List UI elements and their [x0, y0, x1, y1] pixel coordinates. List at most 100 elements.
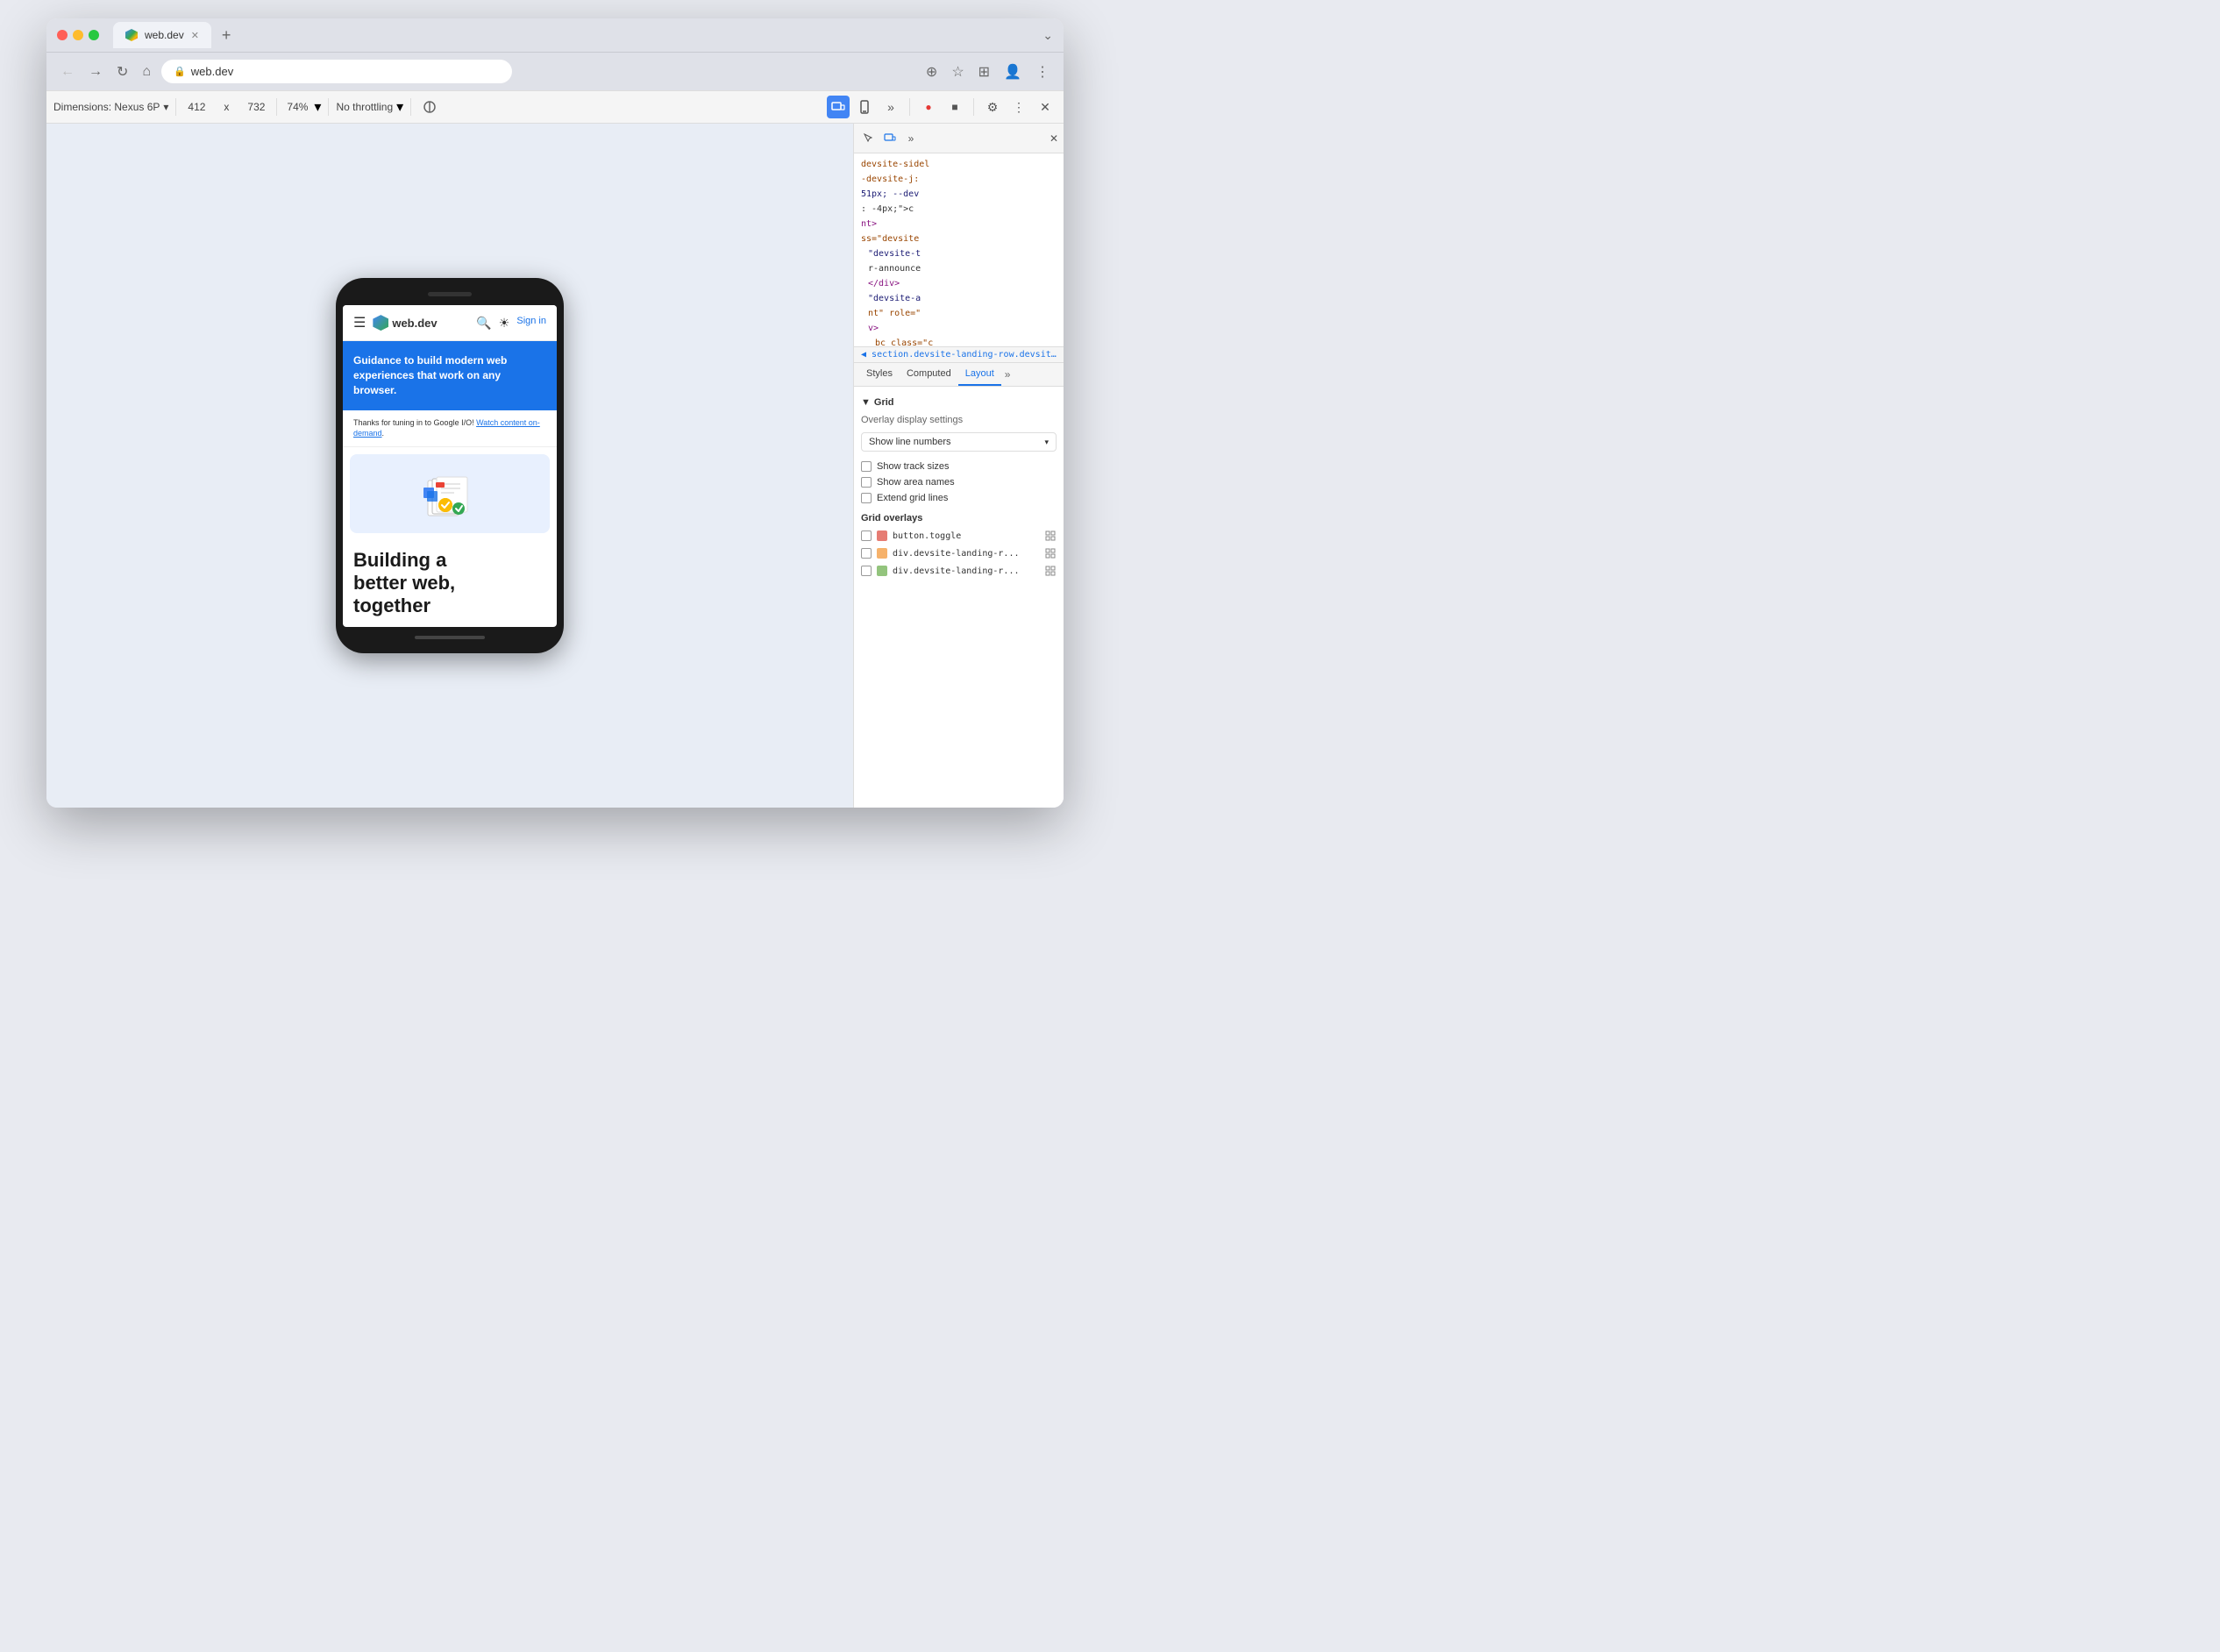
overlay-color-1	[877, 530, 887, 541]
toolbar-separator-2	[276, 98, 277, 116]
phone-container: ☰ web.dev 🔍 ☀ Sign in	[336, 124, 564, 808]
panel-close[interactable]: ✕	[1050, 132, 1058, 145]
show-track-sizes-label: Show track sizes	[877, 461, 950, 472]
tab-area: web.dev ✕ +	[113, 22, 1035, 48]
tab-label: web.dev	[145, 29, 184, 41]
dimensions-selector[interactable]: Dimensions: Nexus 6P ▾	[53, 101, 168, 113]
x-label: x	[213, 101, 239, 113]
dropdown-arrow-icon: ▾	[1044, 438, 1049, 447]
html-line: ss="devsite	[854, 231, 1064, 246]
html-line: v>	[854, 321, 1064, 336]
bookmark-button[interactable]: ☆	[948, 60, 967, 84]
overlay-grid-icon-3[interactable]	[1044, 565, 1057, 577]
responsive-toggle[interactable]	[827, 96, 850, 118]
devtools-panel: » ✕ devsite-sidel -devsite-j: 51px; --de…	[853, 124, 1064, 808]
overlay-checkbox-2[interactable]	[861, 548, 872, 559]
extensions-button[interactable]: ⊞	[975, 60, 993, 84]
share-button[interactable]: ⊕	[922, 60, 941, 84]
device-mode-icon[interactable]	[880, 129, 900, 148]
tab-styles[interactable]: Styles	[859, 363, 900, 386]
tab-layout[interactable]: Layout	[958, 363, 1001, 386]
html-line: "devsite-t	[854, 246, 1064, 261]
more-panel-icon[interactable]: »	[901, 129, 921, 148]
phone-illustration	[350, 454, 550, 533]
back-button[interactable]: ←	[57, 61, 78, 83]
html-line: 51px; --dev	[854, 187, 1064, 202]
devtools-toolbar: Dimensions: Nexus 6P ▾ 412 x 732 74% ▾ N…	[46, 90, 1064, 124]
webdev-logo-icon	[373, 315, 388, 331]
grid-label: Grid	[874, 397, 894, 408]
viewport-height[interactable]: 732	[243, 101, 269, 113]
toolbar-separator-6	[973, 98, 974, 116]
phone-nav: ☰ web.dev 🔍 ☀ Sign in	[343, 305, 557, 341]
phone-logo-text: web.dev	[392, 317, 437, 330]
settings-button[interactable]: ⚙	[981, 96, 1004, 118]
throttle-setting[interactable]: No throttling	[336, 101, 393, 113]
phone-hero-title: Guidance to build modern web experiences…	[353, 353, 546, 397]
html-line: -devsite-j:	[854, 172, 1064, 187]
url-display: web.dev	[191, 65, 233, 78]
address-input[interactable]: 🔒 web.dev	[161, 60, 512, 83]
close-traffic-light[interactable]	[57, 30, 68, 40]
devtools-more-button[interactable]: ⋮	[1007, 96, 1030, 118]
zoom-level[interactable]: 74%	[284, 101, 310, 113]
phone-home-bar	[415, 636, 485, 639]
show-track-sizes-checkbox[interactable]	[861, 461, 872, 472]
dropdown-value: Show line numbers	[869, 437, 951, 447]
overlay-label-3: div.devsite-landing-r...	[893, 566, 1039, 576]
profile-button[interactable]: 👤	[1000, 60, 1025, 84]
more-devtools-options[interactable]: »	[879, 96, 902, 118]
phone-sign-in: Sign in	[516, 316, 546, 331]
dimensions-arrow: ▾	[163, 101, 168, 113]
grid-section-header[interactable]: ▼ Grid	[861, 394, 1057, 411]
phone-hero: Guidance to build modern web experiences…	[343, 341, 557, 409]
inspect-element-icon[interactable]	[859, 129, 879, 148]
html-line: r-announce	[854, 261, 1064, 276]
phone-mockup: ☰ web.dev 🔍 ☀ Sign in	[336, 278, 564, 653]
phone-nav-actions: 🔍 ☀ Sign in	[476, 316, 546, 331]
phone-sun-icon: ☀	[499, 316, 510, 331]
maximize-traffic-light[interactable]	[89, 30, 99, 40]
overlay-color-2	[877, 548, 887, 559]
tab-computed[interactable]: Computed	[900, 363, 958, 386]
html-tree[interactable]: devsite-sidel -devsite-j: 51px; --dev : …	[854, 153, 1064, 346]
viewport-width[interactable]: 412	[183, 101, 210, 113]
overlay-grid-icon-1[interactable]	[1044, 530, 1057, 542]
tab-close-button[interactable]: ✕	[191, 30, 199, 41]
close-record-btn[interactable]: ●	[917, 96, 940, 118]
forward-button[interactable]: →	[85, 61, 106, 83]
no-throttle-icon[interactable]	[418, 96, 441, 118]
line-numbers-dropdown[interactable]: Show line numbers ▾	[861, 432, 1057, 452]
close-devtools-button[interactable]: ✕	[1034, 96, 1057, 118]
stop-btn[interactable]: ■	[943, 96, 966, 118]
overlay-row-button-toggle: button.toggle	[861, 527, 1057, 545]
phone-search-icon: 🔍	[476, 316, 491, 331]
minimize-traffic-light[interactable]	[73, 30, 83, 40]
active-tab[interactable]: web.dev ✕	[113, 22, 211, 48]
home-button[interactable]: ⌂	[139, 61, 154, 83]
extend-grid-lines-checkbox[interactable]	[861, 493, 872, 503]
browser-menu-button[interactable]: ⋮	[1032, 60, 1053, 84]
toolbar-separator-1	[175, 98, 176, 116]
tab-more[interactable]: »	[1001, 363, 1014, 386]
new-tab-button[interactable]: +	[215, 26, 238, 45]
breadcrumb[interactable]: ◀ section.devsite-landing-row.devsite ▶	[854, 346, 1064, 363]
layout-panel: ▼ Grid Overlay display settings Show lin…	[854, 387, 1064, 808]
styles-tabs: Styles Computed Layout »	[854, 363, 1064, 387]
overlay-checkbox-3[interactable]	[861, 566, 872, 576]
overlay-settings-header: Overlay display settings	[861, 411, 1057, 429]
grid-arrow-icon: ▼	[861, 397, 871, 408]
overlay-row-div-landing-1: div.devsite-landing-r...	[861, 545, 1057, 562]
zoom-arrow: ▾	[314, 98, 321, 116]
device-toolbar-toggle[interactable]	[853, 96, 876, 118]
phone-menu-icon: ☰	[353, 314, 366, 331]
tab-favicon	[125, 29, 138, 41]
html-line: </div>	[854, 276, 1064, 291]
reload-button[interactable]: ↻	[113, 60, 132, 84]
browser-actions: ⊕ ☆ ⊞ 👤 ⋮	[922, 60, 1053, 84]
show-area-names-checkbox[interactable]	[861, 477, 872, 488]
overlay-grid-icon-2[interactable]	[1044, 547, 1057, 559]
window-chevron[interactable]: ⌄	[1042, 28, 1053, 43]
html-line: bc class="c	[854, 336, 1064, 346]
overlay-checkbox-1[interactable]	[861, 530, 872, 541]
